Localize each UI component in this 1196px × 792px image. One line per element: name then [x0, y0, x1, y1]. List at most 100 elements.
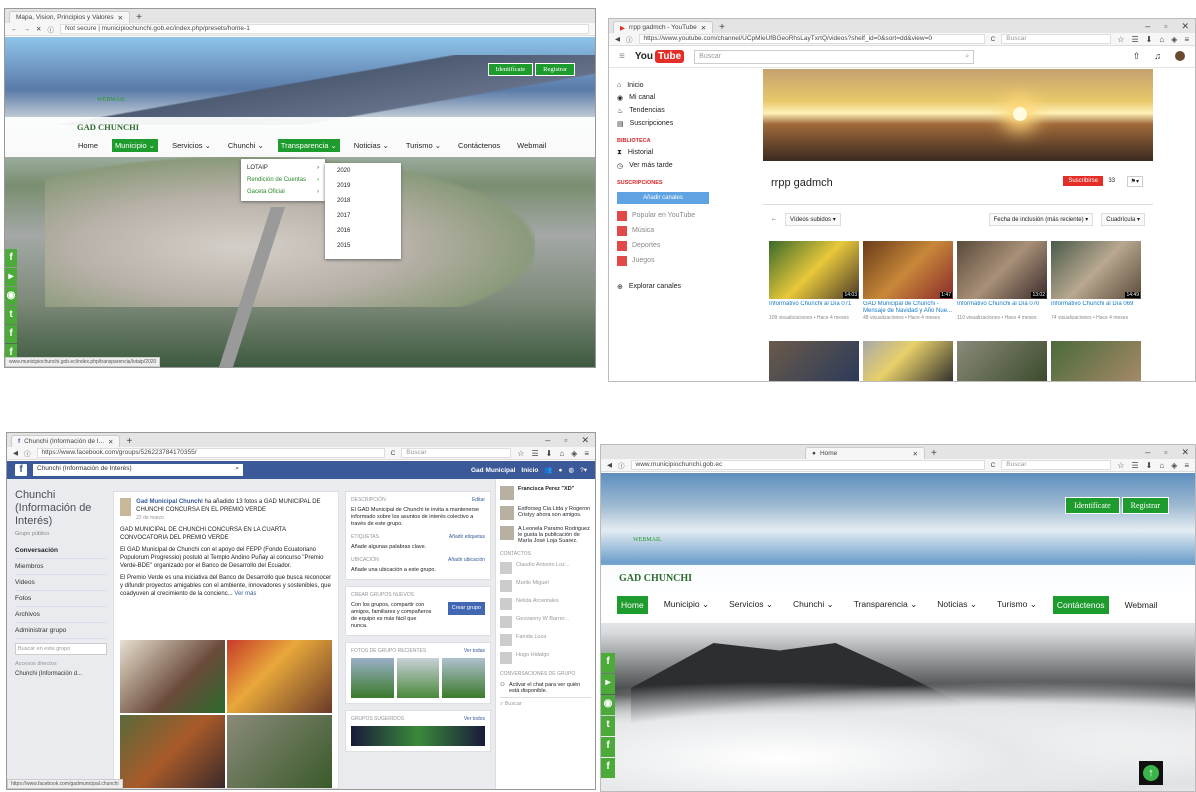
- new-tab-button[interactable]: +: [130, 12, 148, 23]
- url-field[interactable]: https://www.youtube.com/channel/UCpMleUf…: [638, 34, 985, 44]
- uploaded-videos-dropdown[interactable]: Vídeos subidos ▾: [785, 212, 841, 226]
- facebook-icon[interactable]: f: [601, 653, 615, 673]
- year-item[interactable]: 2020: [325, 165, 401, 180]
- browser-search-field[interactable]: Buscar: [1001, 34, 1112, 44]
- new-tab-button[interactable]: +: [925, 448, 943, 459]
- video-thumbnail[interactable]: [769, 341, 859, 381]
- login-button[interactable]: Identifícate: [1065, 497, 1120, 514]
- group-name[interactable]: Chunchi (Información de Interés): [15, 489, 107, 528]
- nav-home[interactable]: Home: [75, 139, 101, 152]
- video-thumbnail[interactable]: [957, 341, 1047, 381]
- video-thumbnail[interactable]: 14:49: [1051, 241, 1141, 299]
- bookmarks-icon[interactable]: ☰: [531, 449, 538, 458]
- video-thumbnail[interactable]: [863, 341, 953, 381]
- search-icon[interactable]: ⌕: [965, 53, 969, 61]
- nav-noticias[interactable]: Noticias ⌄: [351, 139, 392, 152]
- news-item[interactable]: A Leonela Paramo Rodriguez le gusta la p…: [500, 523, 591, 547]
- recent-photo[interactable]: [442, 658, 486, 698]
- new-tab-button[interactable]: +: [713, 22, 731, 33]
- contact-item[interactable]: Hugo Hidalgo: [500, 649, 591, 667]
- close-window-icon[interactable]: ✕: [1181, 447, 1189, 458]
- twitter-icon[interactable]: t: [5, 306, 17, 324]
- contact-item[interactable]: Fanida Loza: [500, 631, 591, 649]
- sub-item[interactable]: Música: [617, 223, 709, 238]
- dropdown-item-lotaip[interactable]: LOTAIP ›: [241, 162, 325, 174]
- minimize-icon[interactable]: –: [1145, 21, 1150, 32]
- download-icon[interactable]: ⬇: [1146, 461, 1153, 470]
- register-button[interactable]: Registrar: [535, 63, 575, 76]
- star-icon[interactable]: ☆: [1117, 461, 1124, 470]
- close-tab-icon[interactable]: ✕: [913, 450, 918, 458]
- video-thumbnail[interactable]: 1:47: [863, 241, 953, 299]
- video-title[interactable]: Informativo Chunchi al Día 071: [769, 301, 859, 315]
- sub-item[interactable]: Deportes: [617, 238, 709, 253]
- video-title[interactable]: GAD Municipal de Chunchi - Mensaje de Na…: [863, 301, 953, 315]
- video-thumbnail[interactable]: [1051, 341, 1141, 381]
- close-tab-icon[interactable]: ✕: [108, 438, 113, 446]
- sidebar-item-miembros[interactable]: Miembros: [15, 559, 107, 575]
- sidebar-item-administrar[interactable]: Administrar grupo: [15, 623, 107, 639]
- instagram-icon[interactable]: ◉: [601, 695, 615, 715]
- contact-item[interactable]: Claudio Antonio Loz...: [500, 559, 591, 577]
- contact-item[interactable]: Nelida Arcentales: [500, 595, 591, 613]
- minimize-icon[interactable]: –: [1145, 447, 1150, 458]
- create-group-button[interactable]: Crear grupo: [447, 602, 485, 615]
- minimize-icon[interactable]: –: [545, 435, 550, 446]
- webmail-link[interactable]: WEBMAIL: [633, 537, 662, 543]
- nav-turismo[interactable]: Turismo ⌄: [993, 595, 1041, 614]
- nav-municipio[interactable]: Municipio ⌄: [660, 595, 713, 614]
- nav-transparencia[interactable]: Transparencia ⌄: [850, 595, 922, 614]
- sub-item[interactable]: Juegos: [617, 253, 709, 268]
- sidebar-item-archivos[interactable]: Archivos: [15, 607, 107, 623]
- nav-servicios[interactable]: Servicios ⌄: [725, 595, 777, 614]
- add-location-link[interactable]: Añadir ubicación: [448, 557, 485, 564]
- nav-chunchi[interactable]: Chunchi ⌄: [225, 139, 267, 152]
- contact-item[interactable]: Geovanny W Barrer...: [500, 613, 591, 631]
- notification-settings-button[interactable]: ⚑▾: [1126, 176, 1143, 187]
- close-window-icon[interactable]: ✕: [1181, 21, 1189, 32]
- home-link[interactable]: Inicio: [521, 467, 538, 474]
- nav-chunchi[interactable]: Chunchi ⌄: [789, 595, 838, 614]
- recent-photo[interactable]: [351, 658, 394, 698]
- sidebar-item-ver-mas-tarde[interactable]: ◷ Ver más tarde: [617, 159, 709, 172]
- video-card[interactable]: 14:49 Informativo Chunchi al Día 069 74 vi…: [1051, 241, 1141, 321]
- browser-tab[interactable]: f Chunchi (Información de I... ✕: [11, 435, 121, 447]
- video-card[interactable]: 14:03 Informativo Chunchi al Día 071 109 v…: [769, 241, 859, 321]
- shield-icon[interactable]: ◈: [1171, 35, 1177, 44]
- back-arrow-icon[interactable]: ←: [771, 216, 777, 222]
- year-item[interactable]: 2017: [325, 210, 401, 225]
- explore-channels-link[interactable]: ⊕ Explorar canales: [617, 280, 709, 293]
- close-tab-icon[interactable]: ✕: [118, 14, 123, 22]
- edit-link[interactable]: Editar: [472, 497, 485, 504]
- nav-contactenos[interactable]: Contáctenos: [455, 139, 503, 152]
- sidebar-item-conversacion[interactable]: Conversación: [15, 543, 107, 559]
- friends-icon[interactable]: 👥: [544, 466, 552, 474]
- post-photo[interactable]: [120, 640, 225, 713]
- site-brand[interactable]: GAD CHUNCHI: [77, 122, 139, 132]
- globe-icon[interactable]: ◍: [568, 466, 574, 474]
- download-icon[interactable]: ⬇: [1146, 35, 1153, 44]
- subscribe-button[interactable]: Suscribirse: [1063, 176, 1103, 186]
- view-dropdown[interactable]: Cuadrícula ▾: [1101, 212, 1145, 226]
- maximize-icon[interactable]: ▫: [1164, 447, 1167, 458]
- add-channels-button[interactable]: Añadir canales: [617, 192, 709, 204]
- url-field[interactable]: https://www.facebook.com/groups/52622378…: [36, 448, 385, 458]
- back-icon[interactable]: ◀: [615, 35, 620, 43]
- nav-servicios[interactable]: Servicios ⌄: [169, 139, 214, 152]
- url-field[interactable]: Not secure | municipiochunchi.gob.ec/ind…: [59, 24, 589, 34]
- avatar[interactable]: [1175, 51, 1185, 61]
- suggested-group-banner[interactable]: [351, 726, 485, 746]
- browser-tab[interactable]: ● Home ✕: [805, 447, 925, 459]
- facebook-icon[interactable]: f: [5, 325, 17, 343]
- url-field[interactable]: www.municipiochunchi.gob.ec: [630, 460, 985, 470]
- back-icon[interactable]: ←: [11, 26, 18, 33]
- upload-icon[interactable]: ⇧: [1133, 51, 1141, 62]
- video-title[interactable]: Informativo Chunchi al Día 069: [1051, 301, 1141, 315]
- twitter-icon[interactable]: t: [601, 716, 615, 736]
- menu-icon[interactable]: ≡: [1184, 35, 1189, 44]
- bell-icon[interactable]: ♫: [1154, 51, 1161, 62]
- news-item[interactable]: Francisca Perez "XD": [500, 483, 591, 503]
- youtube-icon[interactable]: ▸: [5, 268, 17, 286]
- sub-item[interactable]: Popular en YouTube: [617, 208, 709, 223]
- year-item[interactable]: 2018: [325, 195, 401, 210]
